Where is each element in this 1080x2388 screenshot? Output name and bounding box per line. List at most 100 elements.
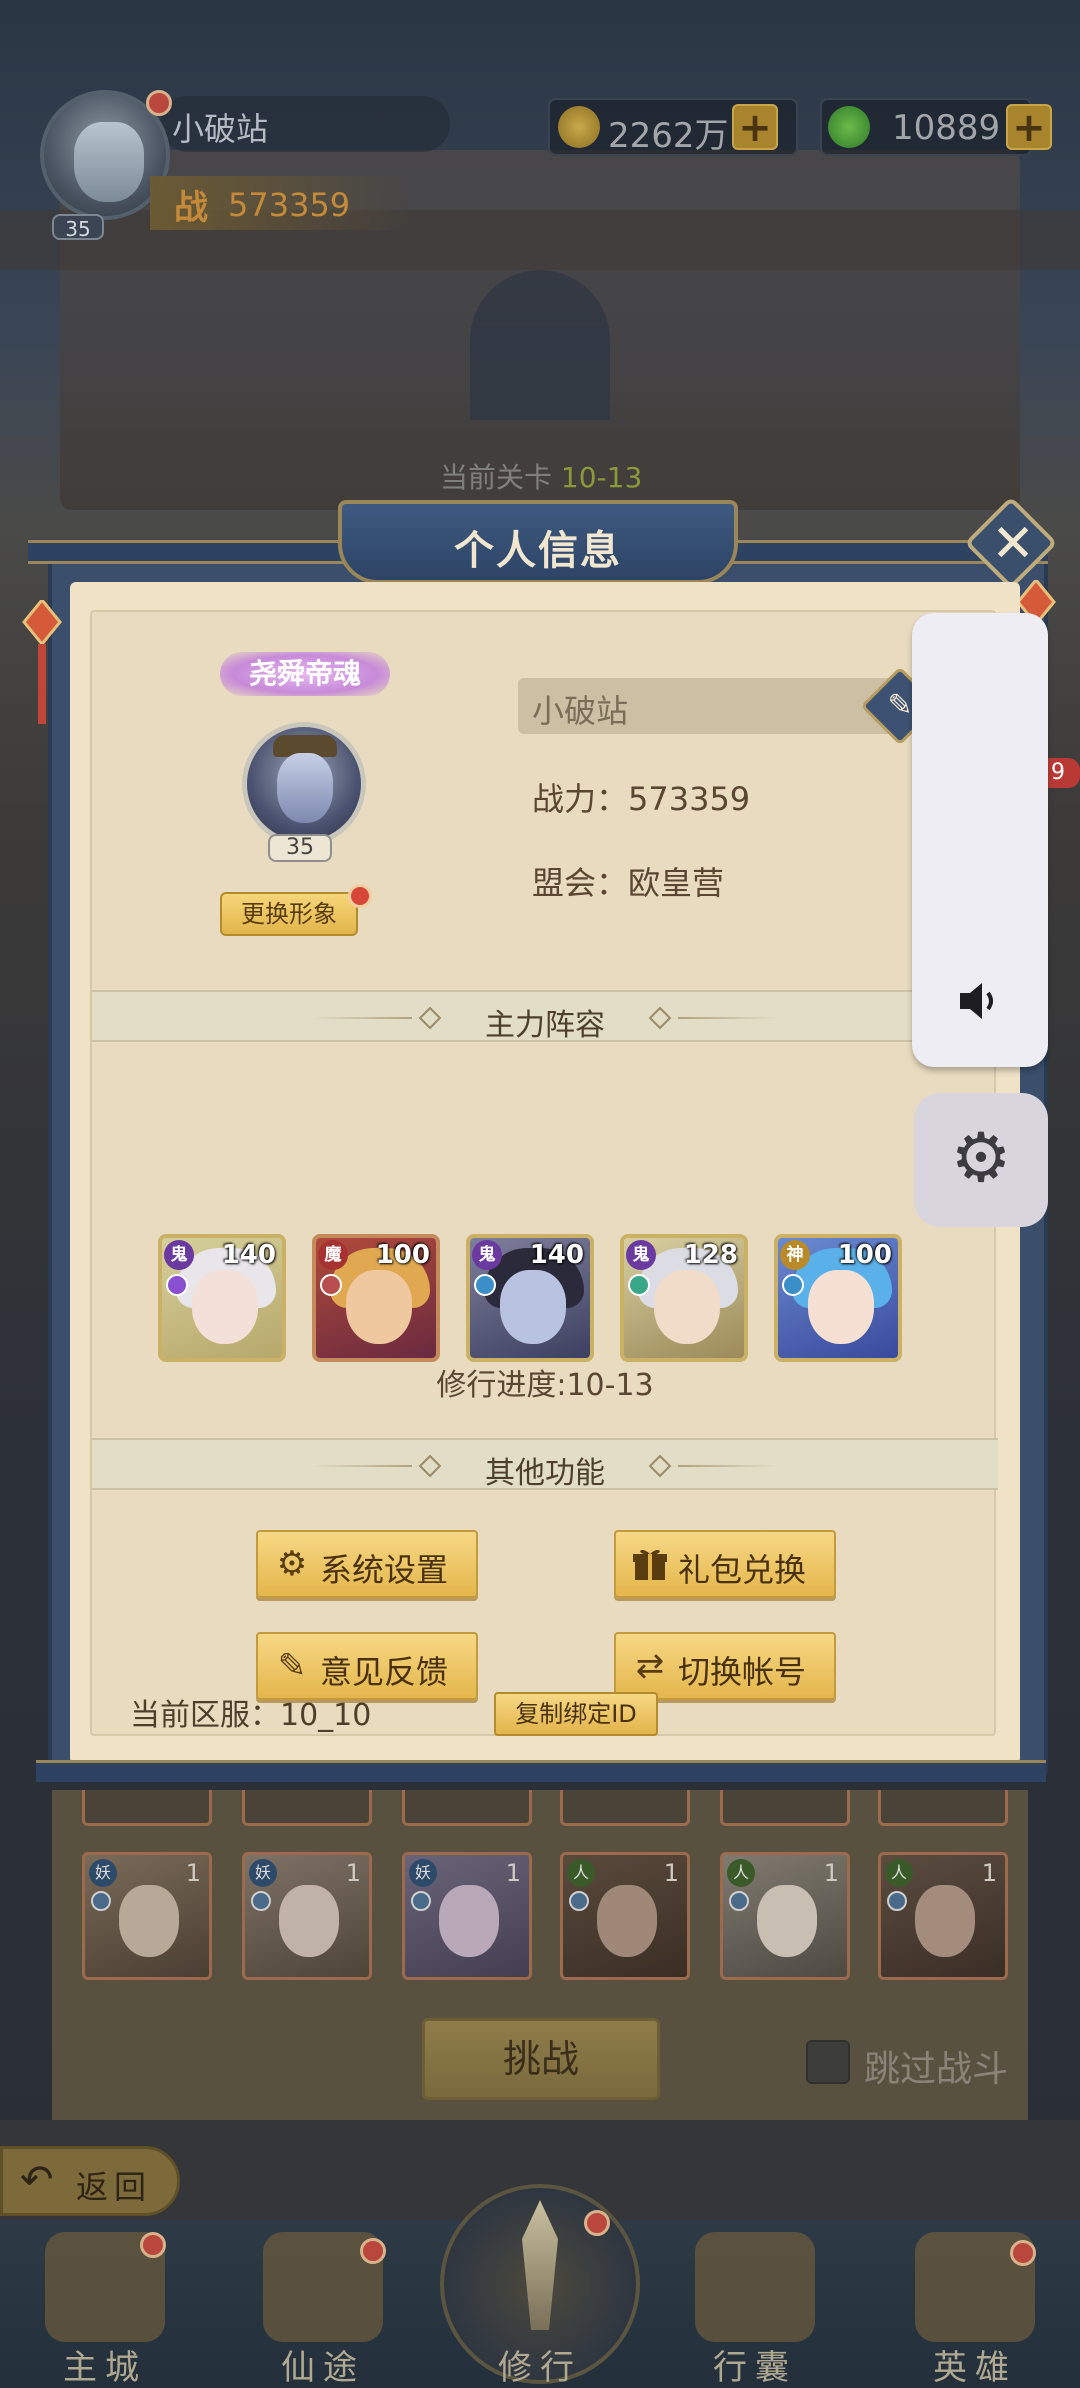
hero-face <box>915 1885 975 1957</box>
hero-face <box>808 1270 874 1344</box>
hero-level: 1 <box>185 1859 201 1887</box>
hero-face <box>500 1270 566 1344</box>
hero-level: 1 <box>981 1859 997 1887</box>
class-icon <box>474 1274 496 1296</box>
profile-avatar <box>242 722 366 846</box>
faction-icon: 人 <box>727 1859 755 1887</box>
gift-icon <box>630 1544 670 1584</box>
hero-level: 140 <box>221 1240 276 1270</box>
left-tassel-decoration <box>22 597 62 750</box>
jade-icon <box>828 106 870 148</box>
avatar-face <box>277 753 333 823</box>
class-icon <box>251 1891 271 1911</box>
system-settings-label: 系统设置 <box>320 1551 449 1589</box>
hero-card[interactable]: 人 1 <box>878 1852 1008 1980</box>
faction-icon: 神 <box>780 1240 810 1270</box>
nav-item-cultivation[interactable]: 修行 <box>465 2226 615 2388</box>
hero-face <box>439 1885 499 1957</box>
lineup-hero-1[interactable]: 鬼 140 <box>158 1234 286 1362</box>
hero-face <box>279 1885 339 1957</box>
lineup-hero-3[interactable]: 鬼 140 <box>466 1234 594 1362</box>
title-badge: 尧舜帝魂 <box>220 652 390 696</box>
gift-redeem-button[interactable]: 礼包兑换 <box>614 1530 836 1598</box>
back-label[interactable]: 返回 <box>76 2162 152 2208</box>
change-look-button[interactable]: 更换形象 <box>220 892 358 936</box>
copy-bind-id-button[interactable]: 复制绑定ID <box>494 1692 658 1736</box>
cultivation-progress: 修行进度:10-13 <box>436 1368 654 1403</box>
modal-content: 尧舜帝魂 35 更换形象 小破站 ✎ 战力：573359 盟会：欧皇营 主力阵容 <box>90 610 998 1736</box>
nav-label: 行囊 <box>713 2348 797 2388</box>
hero-face <box>119 1885 179 1957</box>
lineup-section-header: 主力阵容 <box>92 990 998 1043</box>
modal-header: 个人信息 <box>338 500 738 584</box>
quick-settings-button[interactable]: ⚙ <box>914 1093 1048 1227</box>
player-level-badge: 35 <box>52 214 104 241</box>
player-name-text: 小破站 <box>532 692 629 730</box>
hero-card-partial <box>878 1790 1008 1826</box>
stage-value: 10-13 <box>560 461 643 494</box>
pencil-icon: ✎ <box>277 1646 307 1686</box>
switch-icon: ⇄ <box>635 1646 665 1686</box>
hero-level: 1 <box>345 1859 361 1887</box>
modal-bottom-edge <box>36 1760 1046 1782</box>
hero-card[interactable]: 人 1 <box>720 1852 850 1980</box>
faction-icon: 妖 <box>89 1859 117 1887</box>
hero-level: 100 <box>375 1240 430 1270</box>
hero-card[interactable]: 人 1 <box>560 1852 690 1980</box>
hero-level: 140 <box>529 1240 584 1270</box>
lineup-hero-2[interactable]: 魔 100 <box>312 1234 440 1362</box>
switch-account-button[interactable]: ⇄ 切换帐号 <box>614 1632 836 1700</box>
add-jade-button[interactable]: + <box>1006 104 1052 150</box>
faction-icon: 魔 <box>318 1240 348 1270</box>
profile-level-badge: 35 <box>268 834 332 862</box>
challenge-button[interactable]: 挑战 <box>422 2018 660 2100</box>
hero-card[interactable]: 妖 1 <box>82 1852 212 1980</box>
close-icon[interactable]: ✕ <box>988 514 1038 574</box>
volume-panel[interactable] <box>912 613 1048 1067</box>
current-stage: 当前关卡 10-13 <box>440 456 642 496</box>
hero-card[interactable]: 妖 1 <box>242 1852 372 1980</box>
faction-icon: 鬼 <box>164 1240 194 1270</box>
hero-level: 1 <box>823 1859 839 1887</box>
functions-title: 其他功能 <box>485 1456 605 1491</box>
system-settings-button[interactable]: ⚙ 系统设置 <box>256 1530 478 1598</box>
class-icon <box>729 1891 749 1911</box>
hero-face <box>597 1885 657 1957</box>
nav-label: 修行 <box>498 2348 582 2388</box>
hero-face <box>757 1885 817 1957</box>
hero-card-partial <box>82 1790 212 1826</box>
speaker-icon[interactable] <box>952 973 1008 1029</box>
faction-icon: 妖 <box>249 1859 277 1887</box>
lineup-hero-4[interactable]: 鬼 128 <box>620 1234 748 1362</box>
hero-level: 128 <box>683 1240 738 1270</box>
change-look-notification-dot <box>348 884 372 908</box>
jade-amount: 10889 <box>892 108 1001 148</box>
skip-battle-label: 跳过战斗 <box>864 2049 1009 2090</box>
nav-item-bag[interactable]: 行囊 <box>680 2226 830 2388</box>
feedback-label: 意见反馈 <box>320 1653 449 1691</box>
skip-battle-checkbox[interactable] <box>806 2040 850 2084</box>
profile-modal: 个人信息 ✕ 尧舜帝魂 35 更换形象 小破站 ✎ 战力：573359 盟会：欧… <box>22 496 1058 1790</box>
jade-resource: 10889 <box>820 98 1032 156</box>
hero-card-partial <box>560 1790 690 1826</box>
power-stat: 战力：573359 <box>532 780 751 818</box>
hero-face <box>346 1270 412 1344</box>
hero-card[interactable]: 妖 1 <box>402 1852 532 1980</box>
class-icon <box>887 1891 907 1911</box>
class-icon <box>166 1274 188 1296</box>
lineup-hero-5[interactable]: 神 100 <box>774 1234 902 1362</box>
back-icon[interactable]: ↶ <box>20 2150 54 2210</box>
faction-icon: 人 <box>885 1859 913 1887</box>
add-gold-button[interactable]: + <box>732 104 778 150</box>
nav-notification-dot <box>140 2232 166 2258</box>
class-icon <box>320 1274 342 1296</box>
guild-stat: 盟会：欧皇营 <box>532 864 725 902</box>
hero-face <box>654 1270 720 1344</box>
lineup-title: 主力阵容 <box>485 1008 605 1043</box>
avatar-face <box>74 122 144 202</box>
faction-icon: 鬼 <box>472 1240 502 1270</box>
hero-level: 1 <box>663 1859 679 1887</box>
functions-section-header: 其他功能 <box>92 1438 998 1491</box>
nav-label: 仙途 <box>281 2348 365 2388</box>
switch-account-label: 切换帐号 <box>678 1653 807 1691</box>
